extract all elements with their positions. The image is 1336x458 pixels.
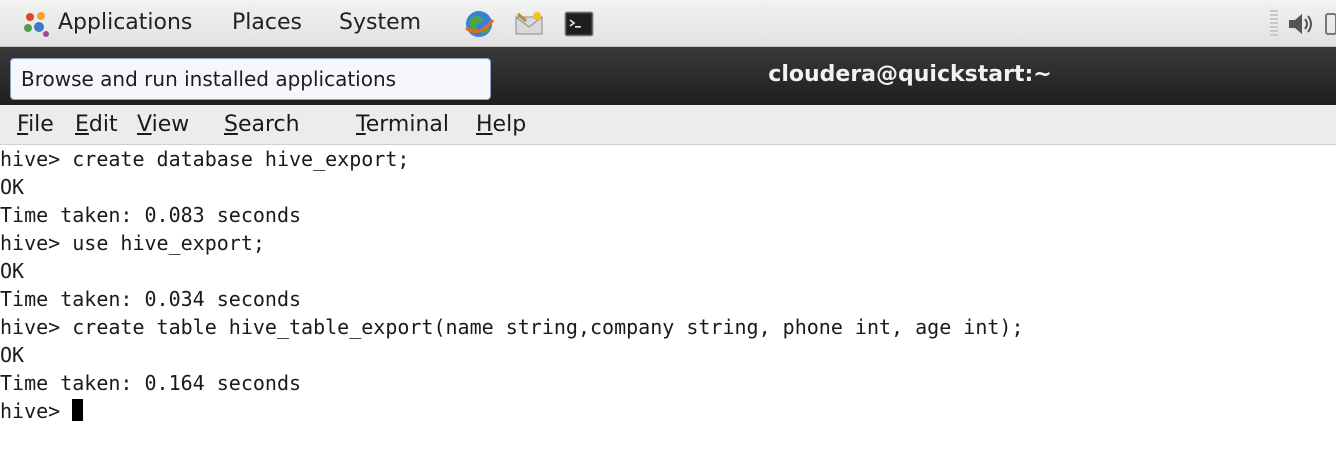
terminal-prompt-line[interactable]: hive>	[0, 398, 84, 425]
terminal-line: hive> create database hive_export;	[0, 147, 410, 171]
terminal-menubar: File Edit View Search Terminal Help	[0, 105, 1336, 145]
terminal-output[interactable]: hive> create database hive_export; OK Ti…	[0, 146, 1336, 458]
menu-file[interactable]: File	[17, 109, 54, 141]
web-browser-icon[interactable]	[463, 8, 495, 40]
menu-terminal[interactable]: Terminal	[356, 109, 449, 141]
gnome-foot-icon	[24, 12, 49, 37]
terminal-line: OK	[0, 259, 25, 283]
volume-icon[interactable]	[1286, 10, 1316, 38]
terminal-icon[interactable]	[563, 8, 595, 40]
terminal-line: hive> create table hive_table_export(nam…	[0, 315, 1024, 339]
menu-help-label: elp	[492, 112, 527, 137]
top-panel: Applications Places System	[0, 0, 1336, 47]
terminal-line: Time taken: 0.164 seconds	[0, 371, 302, 395]
menu-view-label: iew	[151, 112, 190, 137]
terminal-line: OK	[0, 343, 25, 367]
menu-help[interactable]: Help	[476, 109, 526, 141]
menu-search[interactable]: Search	[224, 109, 300, 141]
menu-terminal-label: erminal	[365, 112, 449, 137]
menu-view[interactable]: View	[137, 109, 189, 141]
panel-handle[interactable]	[1270, 10, 1278, 38]
menu-edit-mnemonic: E	[75, 112, 89, 137]
terminal-line: Time taken: 0.034 seconds	[0, 287, 302, 311]
terminal-line: hive> use hive_export;	[0, 231, 265, 255]
tray-icon[interactable]	[1324, 10, 1336, 38]
menu-terminal-mnemonic: T	[356, 112, 366, 137]
menu-search-mnemonic: S	[224, 112, 238, 137]
applications-menu-label: Applications	[58, 10, 193, 35]
terminal-line: OK	[0, 175, 25, 199]
applications-tooltip: Browse and run installed applications	[10, 58, 491, 100]
places-menu[interactable]: Places	[232, 6, 302, 40]
menu-file-mnemonic: F	[17, 112, 29, 137]
menu-search-label: earch	[237, 112, 300, 137]
terminal-prompt: hive>	[0, 399, 73, 423]
menu-file-label: ile	[28, 112, 54, 137]
menu-edit-label: dit	[88, 112, 118, 137]
window-title: cloudera@quickstart:~	[768, 62, 1052, 87]
menu-help-mnemonic: H	[476, 112, 493, 137]
terminal-line: Time taken: 0.083 seconds	[0, 203, 302, 227]
menu-view-mnemonic: V	[137, 112, 152, 137]
menu-edit[interactable]: Edit	[75, 109, 118, 141]
text-cursor	[72, 399, 84, 421]
system-menu[interactable]: System	[339, 6, 421, 40]
email-client-icon[interactable]	[513, 8, 545, 40]
